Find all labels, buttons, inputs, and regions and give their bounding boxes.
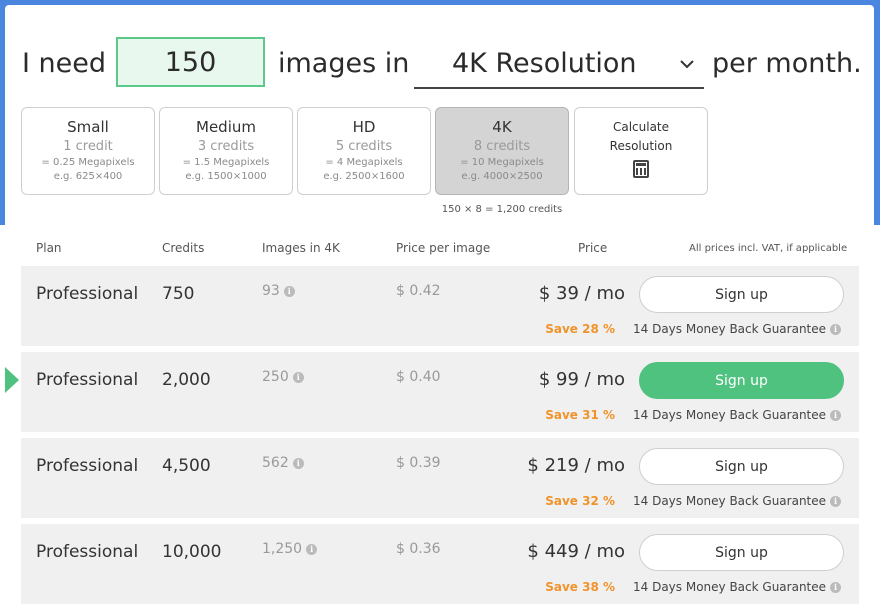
plan-credits: 4,500: [162, 456, 211, 476]
plan-credits: 10,000: [162, 542, 222, 562]
option-credits: 5 credits: [335, 139, 393, 154]
option-name: HD: [352, 118, 376, 136]
info-icon[interactable]: i: [292, 457, 304, 469]
images-value: 1,250: [262, 541, 303, 557]
calculate-label: Calculate: [612, 120, 670, 134]
guarantee-text: 14 Days Money Back Guarantee: [633, 580, 827, 594]
selected-row-indicator-icon: [5, 367, 19, 393]
guarantee-text: 14 Days Money Back Guarantee: [633, 408, 827, 422]
plan-name: Professional: [36, 542, 139, 562]
calculate-resolution-button[interactable]: Calculate Resolution: [574, 107, 708, 195]
option-example: e.g. 1500×1000: [185, 171, 267, 182]
price-per-image: $ 0.36: [396, 541, 441, 557]
sentence-suffix: per month.: [712, 48, 862, 79]
guarantee-text: 14 Days Money Back Guarantee: [633, 494, 827, 508]
save-badge: Save 32 %: [545, 494, 615, 508]
info-icon[interactable]: i: [830, 581, 842, 593]
price-per-image: $ 0.40: [396, 369, 441, 385]
option-megapixels: = 0.25 Megapixels: [41, 157, 135, 168]
option-example: e.g. 625×400: [53, 171, 123, 182]
credits-formula: 150 × 8 = 1,200 credits: [441, 204, 563, 215]
sign-up-button[interactable]: Sign up: [639, 448, 844, 485]
header-images: Images in 4K: [262, 241, 340, 255]
resolution-value: 4K Resolution: [452, 47, 637, 79]
chevron-down-icon: [680, 54, 694, 73]
header-price-per-image: Price per image: [396, 241, 491, 255]
vat-note: All prices incl. VAT, if applicable: [689, 243, 848, 254]
price-per-image: $ 0.42: [396, 283, 441, 299]
money-back-guarantee: 14 Days Money Back Guarantee i: [633, 408, 842, 422]
size-option-hd[interactable]: HD 5 credits = 4 Megapixels e.g. 2500×16…: [297, 107, 431, 195]
sign-up-button[interactable]: Sign up: [639, 276, 844, 313]
size-option-medium[interactable]: Medium 3 credits = 1.5 Megapixels e.g. 1…: [159, 107, 293, 195]
guarantee-text: 14 Days Money Back Guarantee: [633, 322, 827, 336]
table-row: Professional 4,500 562 i $ 0.39 $ 219 / m…: [21, 438, 859, 518]
plan-price: $ 39 / mo: [538, 283, 625, 304]
option-credits: 8 credits: [473, 139, 531, 154]
save-badge: Save 28 %: [545, 322, 615, 336]
option-example: e.g. 4000×2500: [461, 171, 543, 182]
images-count: 93 i: [262, 283, 295, 299]
table-row: Professional 10,000 1,250 i $ 0.36 $ 449 …: [21, 524, 859, 604]
option-credits: 3 credits: [197, 139, 255, 154]
option-name: 4K: [492, 118, 512, 136]
calculator-icon: [633, 160, 649, 178]
size-option-4k[interactable]: 4K 8 credits = 10 Megapixels e.g. 4000×2…: [435, 107, 569, 195]
option-name: Small: [67, 118, 109, 136]
plan-name: Professional: [36, 284, 139, 304]
price-per-image: $ 0.39: [396, 455, 441, 471]
save-badge: Save 38 %: [545, 580, 615, 594]
option-name: Medium: [196, 118, 256, 136]
images-count: 250 i: [262, 369, 304, 385]
header-price: Price: [578, 241, 608, 255]
plan-credits: 750: [162, 284, 195, 304]
resolution-label: Resolution: [609, 139, 673, 153]
money-back-guarantee: 14 Days Money Back Guarantee i: [633, 322, 842, 336]
plan-name: Professional: [36, 456, 139, 476]
quantity-input[interactable]: [116, 37, 265, 87]
plan-price: $ 219 / mo: [527, 455, 625, 476]
money-back-guarantee: 14 Days Money Back Guarantee i: [633, 494, 842, 508]
info-icon[interactable]: i: [283, 285, 295, 297]
plan-credits: 2,000: [162, 370, 211, 390]
plan-price: $ 99 / mo: [538, 369, 625, 390]
sentence-prefix: I need: [22, 48, 107, 79]
images-value: 562: [262, 455, 289, 471]
pricing-card: I need images in 4K Resolution per month…: [5, 5, 874, 611]
sign-up-button[interactable]: Sign up: [639, 534, 844, 571]
info-icon[interactable]: i: [830, 495, 842, 507]
info-icon[interactable]: i: [306, 543, 318, 555]
sign-up-button[interactable]: Sign up: [639, 362, 844, 399]
option-megapixels: = 4 Megapixels: [325, 157, 403, 168]
images-count: 562 i: [262, 455, 304, 471]
table-row: Professional 750 93 i $ 0.42 $ 39 / mo Sa…: [21, 266, 859, 346]
images-value: 250: [262, 369, 289, 385]
table-row: Professional 2,000 250 i $ 0.40 $ 99 / mo…: [21, 352, 859, 432]
plan-price: $ 449 / mo: [527, 541, 625, 562]
size-option-small[interactable]: Small 1 credit = 0.25 Megapixels e.g. 62…: [21, 107, 155, 195]
option-example: e.g. 2500×1600: [323, 171, 405, 182]
save-badge: Save 31 %: [545, 408, 615, 422]
plan-name: Professional: [36, 370, 139, 390]
option-credits: 1 credit: [63, 139, 113, 154]
sentence-middle: images in: [278, 48, 410, 79]
option-megapixels: = 10 Megapixels: [460, 157, 544, 168]
header-plan: Plan: [36, 241, 62, 255]
money-back-guarantee: 14 Days Money Back Guarantee i: [633, 580, 842, 594]
info-icon[interactable]: i: [830, 409, 842, 421]
images-count: 1,250 i: [262, 541, 318, 557]
resolution-select[interactable]: 4K Resolution: [414, 39, 704, 89]
images-value: 93: [262, 283, 280, 299]
header-credits: Credits: [162, 241, 205, 255]
info-icon[interactable]: i: [830, 323, 842, 335]
option-megapixels: = 1.5 Megapixels: [182, 157, 270, 168]
info-icon[interactable]: i: [292, 371, 304, 383]
